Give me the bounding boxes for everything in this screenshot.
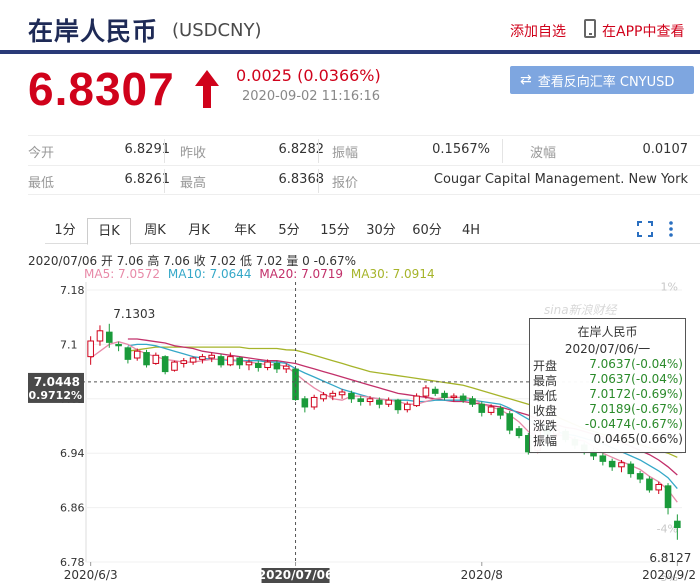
candle-body — [105, 331, 113, 343]
right-pct-label: 1% — [661, 281, 678, 294]
candle-body — [376, 399, 383, 405]
candlestick-chart[interactable]: 7.187.17.026.946.866.781%-1%-2%-4%-5%sin… — [0, 0, 700, 583]
candle-body — [245, 361, 253, 366]
crosshair-tooltip: 在岸人民币 2020/07/06/一 开盘 7.0637(-0.04%) 最高 7.… — [529, 318, 686, 453]
candle-body — [180, 360, 188, 364]
candle-body — [403, 403, 411, 411]
candle-body — [674, 520, 681, 529]
candle-body — [264, 361, 271, 369]
candle-body — [143, 352, 150, 366]
y-tick-label: 7.18 — [60, 284, 85, 297]
x-tick-label: 2020/8 — [461, 568, 503, 582]
candle-body — [515, 428, 523, 437]
candle-body — [385, 399, 392, 405]
crosshair-pct-label: -0.9712% — [24, 389, 82, 402]
candle-body — [227, 356, 234, 366]
candle-body — [506, 413, 514, 431]
tooltip-value: 7.0637(-0.04%) — [589, 372, 683, 386]
candle-body — [301, 398, 309, 408]
x-tick-label: 2020/9/2 — [642, 568, 696, 582]
tooltip-title: 在岸人民币 — [577, 325, 638, 339]
crosshair-price-label: 7.0448 — [34, 375, 80, 389]
tooltip-value: 7.0189(-0.67%) — [589, 402, 683, 416]
candle-body — [646, 478, 653, 491]
candle-body — [282, 365, 290, 370]
y-tick-label: 6.86 — [60, 502, 85, 515]
candle-body — [87, 340, 94, 358]
candle-body — [441, 392, 448, 398]
candle-body — [217, 356, 225, 366]
candle-body — [189, 357, 197, 363]
candle-body — [199, 356, 206, 360]
candle-body — [627, 463, 635, 475]
candle-body — [497, 407, 504, 416]
tooltip-value: 7.0637(-0.04%) — [589, 357, 683, 371]
candle-body — [413, 395, 420, 407]
candle-body — [273, 362, 281, 370]
candle-body — [366, 398, 374, 403]
candle-body — [115, 343, 122, 347]
candle-body — [608, 460, 616, 468]
candle-body — [459, 395, 467, 401]
candle-body — [124, 347, 132, 360]
x-tick-label: 2020/6/3 — [64, 568, 118, 582]
candle-body — [208, 354, 216, 359]
max-value-label: 7.1303 — [113, 307, 155, 321]
tooltip-row: 涨跌 -0.0474(-0.67%) — [533, 417, 683, 433]
candle-body — [431, 388, 439, 394]
candle-body — [152, 354, 160, 364]
candle-body — [133, 350, 141, 359]
sina-watermark-logo: sina新浪财经 — [544, 303, 619, 317]
tooltip-row: 振幅 0.0465(0.66%) — [533, 432, 683, 448]
candle-body — [487, 406, 495, 413]
candle-body — [394, 399, 402, 411]
tooltip-label: 振幅 — [533, 434, 558, 448]
candle-body — [599, 455, 607, 462]
candle-body — [636, 473, 644, 480]
candle-body — [664, 485, 672, 509]
min-value-label: 6.8127 — [649, 551, 691, 565]
candle-body — [320, 394, 327, 400]
candle-body — [618, 462, 625, 468]
candle-body — [329, 392, 337, 397]
candle-body — [469, 398, 476, 405]
candle-body — [450, 395, 458, 398]
candle-body — [422, 387, 430, 397]
x-tick-label: 2020/07/06 — [258, 568, 334, 582]
candle-body — [96, 330, 104, 342]
candle-body — [161, 356, 169, 373]
candle-body — [236, 357, 243, 366]
tooltip-value: 0.0465(0.66%) — [593, 432, 683, 446]
tooltip-row: 收盘 7.0189(-0.67%) — [533, 402, 683, 418]
candle-body — [171, 361, 178, 371]
tooltip-row: 最高 7.0637(-0.04%) — [533, 372, 683, 388]
candle-body — [338, 391, 346, 396]
candle-body — [254, 362, 262, 369]
tooltip-value: 7.0172(-0.69%) — [589, 387, 683, 401]
candle-body — [310, 396, 318, 408]
tooltip-row: 开盘 7.0637(-0.04%) — [533, 357, 683, 373]
tooltip-value: -0.0474(-0.67%) — [584, 417, 683, 431]
candle-body — [478, 403, 486, 413]
tooltip-row: 最低 7.0172(-0.69%) — [533, 387, 683, 403]
candle-body — [655, 483, 663, 491]
y-tick-label: 6.94 — [60, 447, 85, 460]
tooltip-date: 2020/07/06/一 — [564, 342, 651, 356]
y-tick-label: 7.1 — [60, 338, 78, 351]
candle-body — [357, 398, 365, 403]
candle-body — [348, 392, 355, 400]
